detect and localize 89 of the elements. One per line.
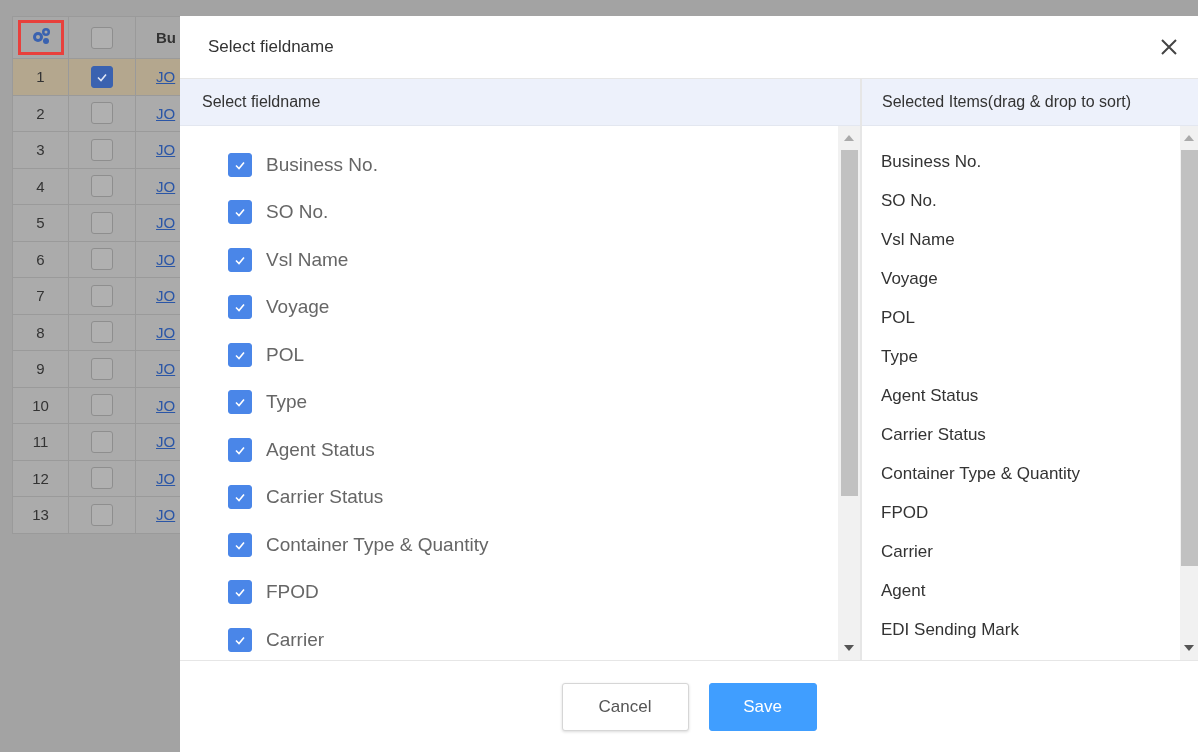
selected-item[interactable]: FPOD [881, 493, 1180, 532]
row-checkbox[interactable] [91, 430, 113, 453]
row-number: 3 [36, 141, 45, 159]
row-link[interactable]: JO [156, 214, 176, 232]
selected-item[interactable]: POL [881, 298, 1180, 337]
row-checkbox[interactable] [91, 138, 113, 161]
selected-item[interactable]: SO No. [881, 181, 1180, 220]
selected-item[interactable]: Carrier Status [881, 415, 1180, 454]
selected-item[interactable]: EDI Sending Mark [881, 610, 1180, 649]
row-number: 8 [36, 323, 45, 341]
row-link[interactable]: JO [156, 68, 176, 86]
scroll-up-arrow-icon[interactable] [1184, 134, 1194, 142]
field-label: Carrier [266, 628, 325, 651]
field-label: Container Type & Quantity [266, 533, 489, 556]
row-number: 11 [32, 433, 49, 451]
row-number: 9 [36, 360, 45, 378]
cancel-button[interactable]: Cancel [561, 682, 689, 731]
field-checkbox[interactable] [228, 247, 252, 272]
row-link[interactable]: JO [156, 177, 176, 195]
field-checkbox[interactable] [228, 390, 252, 415]
row-link[interactable]: JO [156, 396, 176, 414]
selected-item[interactable]: Business No. [881, 142, 1180, 181]
field-label: Vsl Name [266, 248, 349, 271]
row-checkbox[interactable] [91, 248, 113, 271]
panel-header: Select fieldname [180, 79, 860, 126]
field-checkbox[interactable] [228, 627, 252, 652]
field-label: Agent Status [266, 438, 375, 461]
row-checkbox[interactable] [91, 357, 113, 380]
scroll-down-arrow-icon[interactable] [1184, 644, 1194, 652]
field-label: SO No. [266, 201, 329, 224]
field-checkbox[interactable] [228, 342, 252, 367]
row-checkbox[interactable] [91, 211, 113, 234]
column-settings-button[interactable] [17, 20, 64, 55]
selected-item[interactable]: Agent Status [881, 376, 1180, 415]
row-checkbox[interactable] [91, 467, 113, 490]
selected-item[interactable]: Carrier [881, 532, 1180, 571]
row-link[interactable]: JO [156, 287, 176, 305]
selected-item[interactable]: Agent [881, 571, 1180, 610]
select-all-checkbox[interactable] [91, 26, 113, 49]
field-checkbox[interactable] [228, 437, 252, 462]
row-link[interactable]: JO [156, 250, 176, 268]
scrollbar[interactable] [1180, 126, 1198, 660]
row-link[interactable]: JO [156, 506, 176, 524]
row-checkbox[interactable] [91, 175, 113, 198]
field-checkbox[interactable] [228, 295, 252, 320]
field-checkbox[interactable] [228, 580, 252, 605]
close-icon[interactable] [1160, 38, 1178, 56]
scrollbar[interactable] [838, 126, 860, 660]
row-number: 10 [32, 396, 49, 414]
row-number: 2 [36, 104, 45, 122]
row-link[interactable]: JO [156, 104, 176, 122]
scroll-down-arrow-icon[interactable] [844, 644, 854, 652]
field-checkbox[interactable] [228, 200, 252, 225]
row-number: 5 [36, 214, 45, 232]
row-link[interactable]: JO [156, 360, 176, 378]
row-link[interactable]: JO [156, 323, 176, 341]
scroll-up-arrow-icon[interactable] [844, 134, 854, 142]
row-link[interactable]: JO [156, 141, 176, 159]
row-number: 13 [32, 506, 49, 524]
field-checkbox[interactable] [228, 532, 252, 557]
row-number: 6 [36, 250, 45, 268]
row-checkbox[interactable] [91, 503, 113, 526]
panel-header: Selected Items(drag & drop to sort) [862, 79, 1198, 126]
selected-item[interactable]: Type [881, 337, 1180, 376]
field-label: Business No. [266, 153, 378, 176]
field-label: POL [266, 343, 305, 366]
column-header: Bu [156, 29, 176, 46]
row-number: 12 [32, 469, 49, 487]
row-checkbox[interactable] [91, 321, 113, 344]
row-number: 1 [36, 68, 45, 86]
field-label: Carrier Status [266, 486, 384, 509]
row-number: 4 [36, 177, 45, 195]
dialog-title: Select fieldname [208, 37, 334, 57]
row-link[interactable]: JO [156, 469, 176, 487]
selected-item[interactable]: Voyage [881, 259, 1180, 298]
selected-item[interactable]: Vsl Name [881, 220, 1180, 259]
row-checkbox[interactable] [91, 65, 113, 88]
row-checkbox[interactable] [91, 284, 113, 307]
row-number: 7 [36, 287, 45, 305]
field-checkbox[interactable] [228, 485, 252, 510]
row-checkbox[interactable] [91, 102, 113, 125]
field-label: Voyage [266, 296, 330, 319]
field-label: FPOD [266, 581, 319, 604]
selected-item[interactable]: Container Type & Quantity [881, 454, 1180, 493]
row-checkbox[interactable] [91, 394, 113, 417]
field-label: Type [266, 391, 308, 414]
field-checkbox[interactable] [228, 152, 252, 177]
gears-icon [30, 27, 51, 45]
row-link[interactable]: JO [156, 433, 176, 451]
